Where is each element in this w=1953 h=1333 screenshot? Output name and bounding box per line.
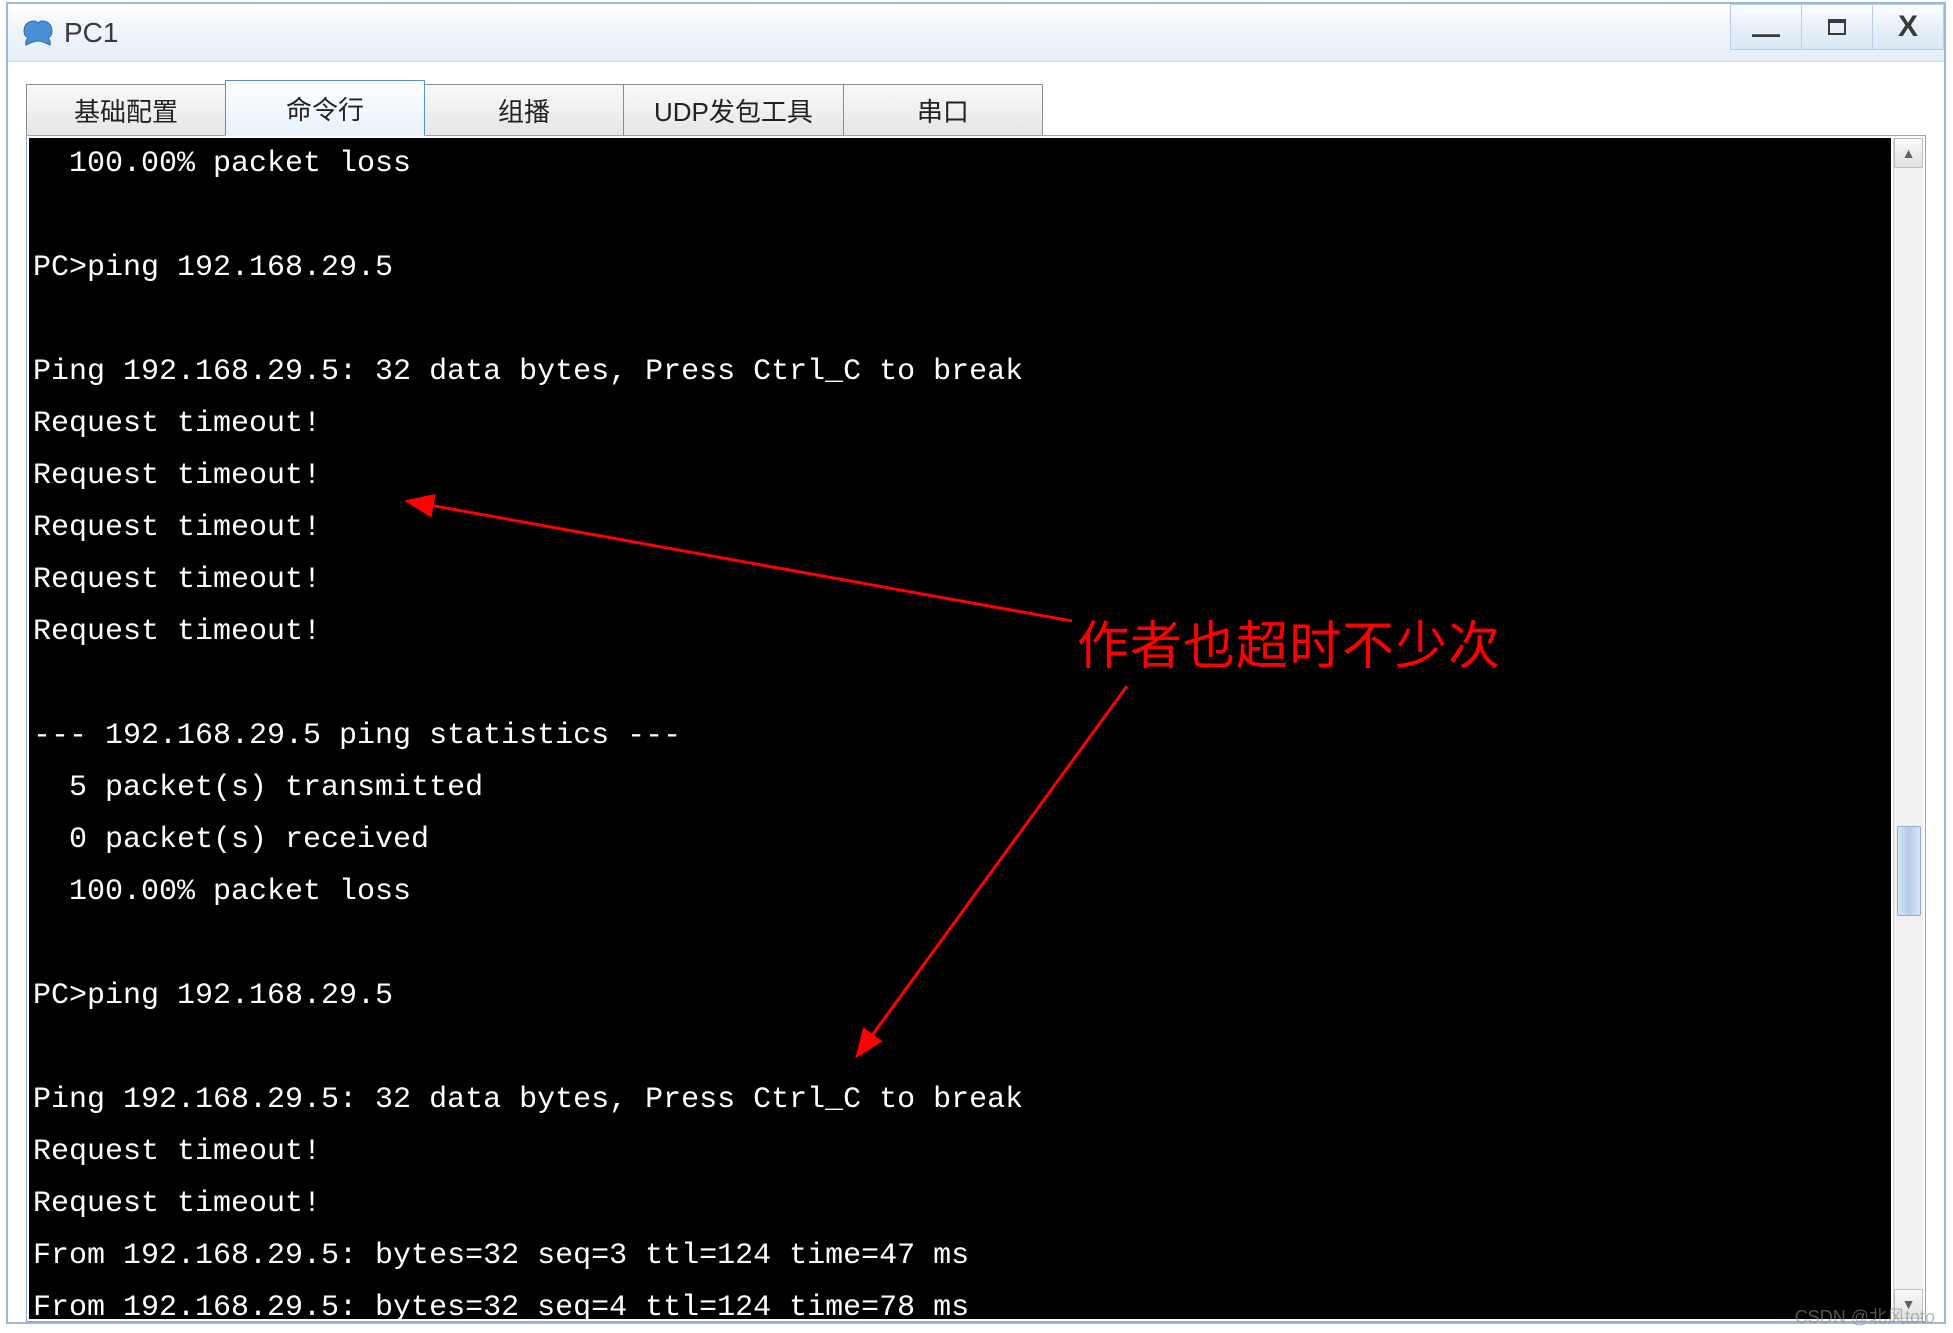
app-icon [18,13,58,53]
terminal-output[interactable]: 100.00% packet loss PC>ping 192.168.29.5… [29,138,1891,1319]
titlebar: PC1 — X [8,4,1944,62]
tab-command-line[interactable]: 命令行 [225,80,425,136]
tab-udp-tool[interactable]: UDP发包工具 [623,84,844,136]
tab-multicast[interactable]: 组播 [424,84,624,136]
watermark: CSDN @北风toto [1795,1303,1935,1329]
tab-basic-config[interactable]: 基础配置 [26,84,226,136]
window-title: PC1 [64,17,118,49]
scrollbar[interactable]: ▲ ▼ [1893,138,1923,1319]
window-controls: — X [1731,4,1944,50]
scroll-thumb[interactable] [1897,826,1921,916]
annotation-text: 作者也超时不少次 [1077,604,1501,679]
tab-serial[interactable]: 串口 [843,84,1043,136]
minimize-button[interactable]: — [1730,4,1802,50]
terminal-container: 100.00% packet loss PC>ping 192.168.29.5… [26,135,1926,1322]
app-window: PC1 — X 基础配置 命令行 组播 UDP发包工具 串口 100.00% p… [6,2,1946,1324]
close-button[interactable]: X [1872,4,1944,50]
scroll-up-arrow[interactable]: ▲ [1894,138,1923,168]
tabbar: 基础配置 命令行 组播 UDP发包工具 串口 [26,80,1926,136]
maximize-button[interactable] [1801,4,1873,50]
content-area: 基础配置 命令行 组播 UDP发包工具 串口 100.00% packet lo… [8,62,1944,1322]
